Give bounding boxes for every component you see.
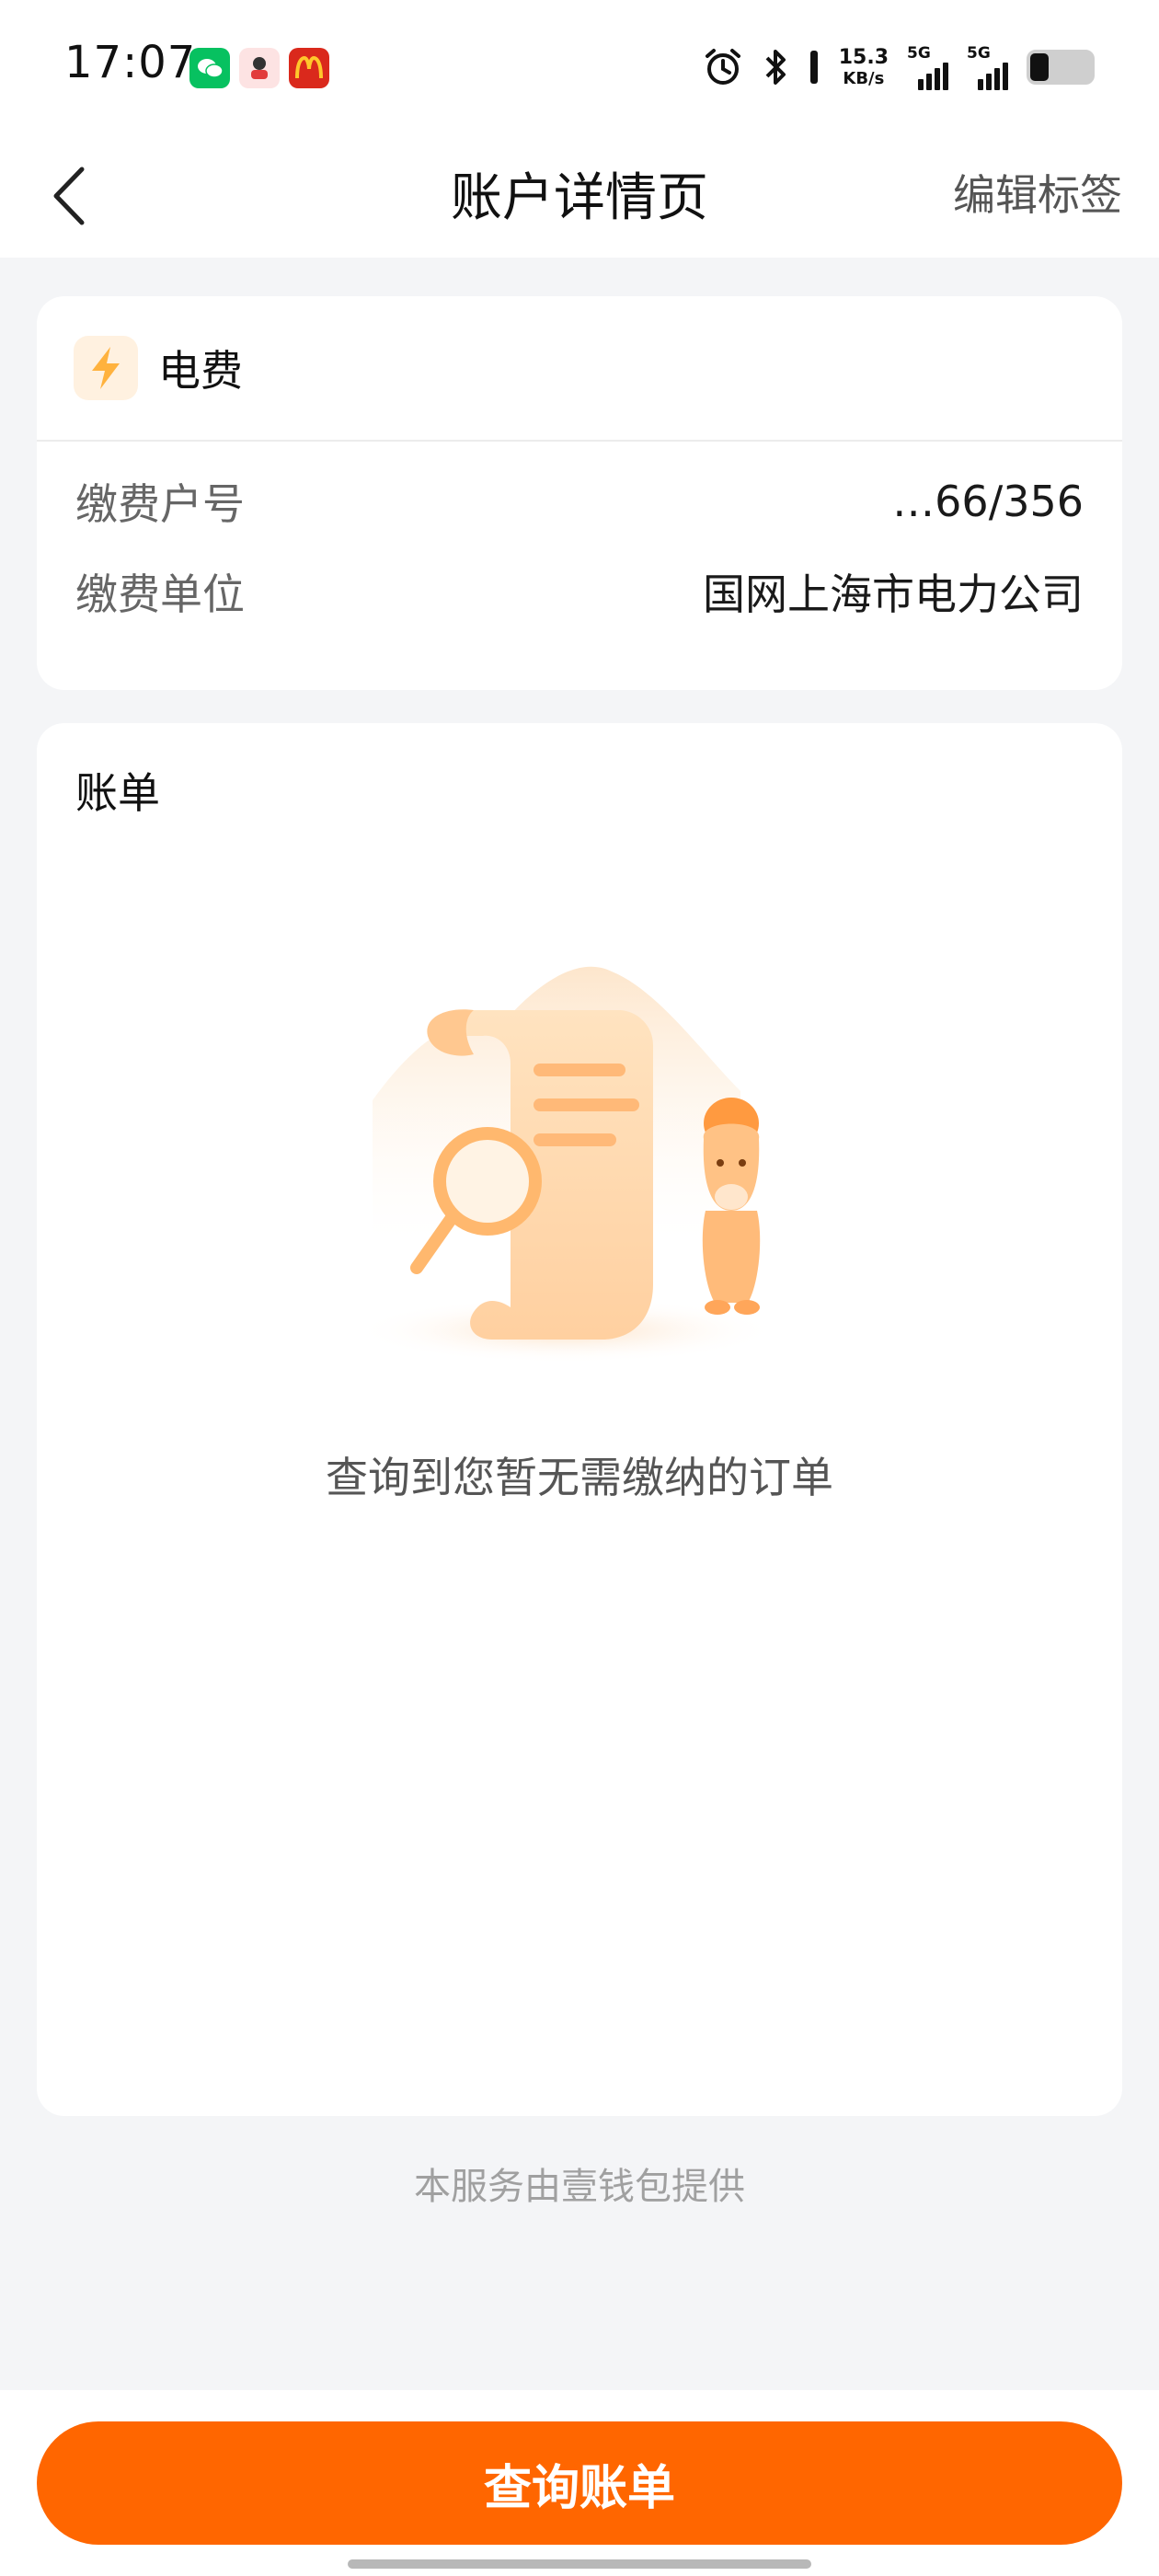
sim1-network-type: 5G: [907, 44, 931, 63]
bill-card: 账单 查询到您暂无需缴纳的订单: [37, 723, 1122, 2116]
bill-category: 电费: [158, 346, 243, 396]
network-speed-unit: KB/s: [843, 68, 885, 88]
account-number-label: 缴费户号: [75, 479, 245, 529]
account-info-card: 电费 缴费户号 …66/356 缴费单位 国网上海市电力公司: [37, 296, 1122, 690]
payee-row: 缴费单位 国网上海市电力公司: [75, 559, 1084, 624]
service-provider-note: 本服务由壹钱包提供: [414, 2166, 745, 2208]
mcdonalds-icon: [289, 48, 329, 88]
edit-tag-button[interactable]: 编辑标签: [953, 162, 1122, 223]
account-header: 电费: [37, 296, 1122, 442]
account-number-row: 缴费户号 …66/356: [75, 469, 1084, 534]
account-detail-page: 17:07 15.3 KB/s 5G 5G 账户详情页 编辑标签 电费 缴费户号…: [0, 0, 1159, 2576]
home-indicator[interactable]: [348, 2559, 811, 2569]
network-speed: 15.3 KB/s: [838, 45, 889, 88]
status-time: 17:07: [64, 37, 197, 88]
status-bar: 17:07 15.3 KB/s 5G 5G: [0, 0, 1159, 138]
nav-bar: 账户详情页 编辑标签: [0, 138, 1159, 258]
sim1-signal: 5G: [907, 44, 948, 90]
live-app-icon: [239, 48, 280, 88]
network-speed-value: 15.3: [838, 45, 889, 69]
bottom-action-bar: 查询账单: [0, 2390, 1159, 2576]
lightning-icon: [74, 336, 138, 400]
sim2-signal: 5G: [967, 44, 1008, 90]
wechat-icon: [189, 48, 230, 88]
account-number-value: …66/356: [892, 477, 1084, 526]
bluetooth-icon: [765, 50, 786, 85]
payee-label: 缴费单位: [75, 569, 245, 619]
bill-section-title: 账单: [75, 768, 160, 818]
vibrate-icon: [809, 51, 818, 84]
empty-bill-message: 查询到您暂无需缴纳的订单: [326, 1453, 833, 1502]
status-right-group: 15.3 KB/s 5G 5G: [703, 44, 1095, 90]
empty-bill-illustration: [354, 966, 777, 1363]
query-bill-button[interactable]: 查询账单: [37, 2421, 1122, 2545]
alarm-icon: [705, 49, 740, 85]
sim2-network-type: 5G: [967, 44, 991, 63]
battery-icon: [1027, 50, 1095, 85]
payee-value: 国网上海市电力公司: [703, 569, 1084, 619]
notification-icons: [189, 48, 329, 88]
